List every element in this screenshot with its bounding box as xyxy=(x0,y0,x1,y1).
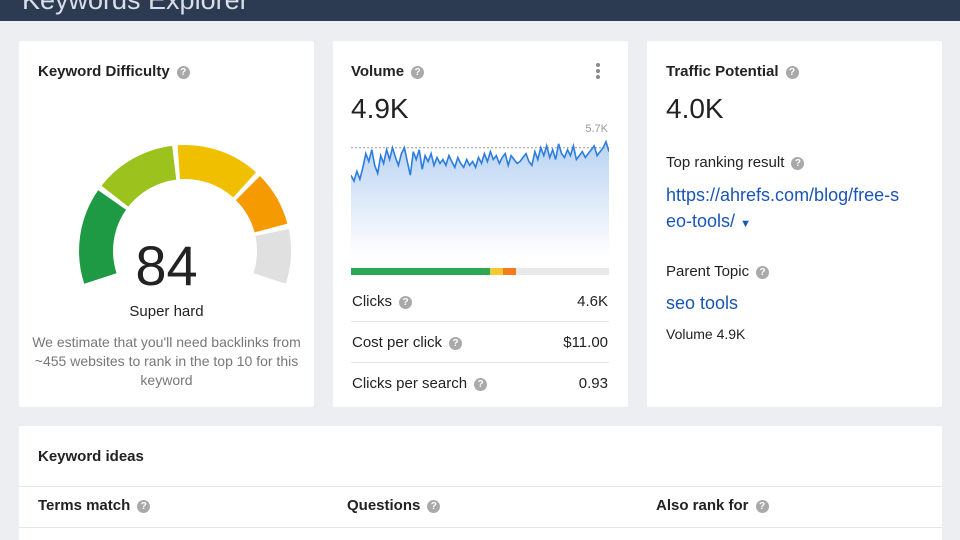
tab-questions[interactable]: Questions? xyxy=(347,497,441,514)
volume-title: Volume? xyxy=(351,63,425,80)
metric-row: Clicks per search? 0.93 xyxy=(351,363,609,404)
help-icon[interactable]: ? xyxy=(449,337,463,350)
metric-value: $11.00 xyxy=(563,334,608,351)
more-vertical-icon[interactable] xyxy=(595,63,601,81)
top-ranking-label-text: Top ranking result xyxy=(666,154,785,171)
help-icon[interactable]: ? xyxy=(427,500,441,513)
keyword-ideas-divider xyxy=(19,486,942,487)
tab-terms-match-label: Terms match xyxy=(38,497,131,514)
click-distribution-bar xyxy=(351,268,609,275)
top-ranking-label: Top ranking result? xyxy=(666,154,805,171)
help-icon[interactable]: ? xyxy=(411,66,425,79)
metric-label-text: Clicks xyxy=(352,293,392,310)
metric-label-text: Clicks per search xyxy=(352,375,468,392)
metric-label: Clicks per search? xyxy=(352,375,488,392)
traffic-potential-title-text: Traffic Potential xyxy=(666,63,779,80)
help-icon[interactable]: ? xyxy=(756,266,770,279)
keyword-difficulty-card: Keyword Difficulty? 84 Super hard We est… xyxy=(19,41,314,407)
traffic-potential-value: 4.0K xyxy=(666,93,724,124)
tab-questions-label: Questions xyxy=(347,497,421,514)
help-icon[interactable]: ? xyxy=(474,378,488,391)
gauge-segment-orange xyxy=(235,176,288,234)
gauge-segment-yellow-green xyxy=(101,145,177,208)
volume-chart-max-label: 5.7K xyxy=(585,123,608,135)
parent-topic-label: Parent Topic? xyxy=(666,263,770,280)
difficulty-description: We estimate that you'll need backlinks f… xyxy=(32,334,301,388)
tab-also-rank-for-label: Also rank for xyxy=(656,497,749,514)
caret-down-icon[interactable]: ▼ xyxy=(740,218,751,230)
keyword-ideas-row-divider xyxy=(19,527,942,528)
help-icon[interactable]: ? xyxy=(137,500,151,513)
gauge-segment-yellow xyxy=(177,144,256,198)
top-ranking-url-line1: https://ahrefs.com/blog/free-s xyxy=(666,185,900,205)
metric-label: Clicks? xyxy=(352,293,412,310)
keyword-ideas-card: Keyword ideas Terms match? Questions? Al… xyxy=(19,426,942,540)
keyword-ideas-title: Keyword ideas xyxy=(38,448,144,465)
metric-label-text: Cost per click xyxy=(352,334,443,351)
top-ranking-url-line2: eo-tools/ xyxy=(666,211,736,231)
distribution-segment xyxy=(516,268,609,275)
metric-value: 0.93 xyxy=(578,375,608,392)
parent-topic-link[interactable]: seo tools xyxy=(666,293,738,314)
volume-value: 4.9K xyxy=(351,93,409,124)
traffic-potential-card: Traffic Potential? 4.0K Top ranking resu… xyxy=(647,41,942,407)
top-ranking-url[interactable]: https://ahrefs.com/blog/free-s eo-tools/… xyxy=(666,182,899,237)
tab-terms-match[interactable]: Terms match? xyxy=(38,497,151,514)
help-icon[interactable]: ? xyxy=(791,157,805,170)
metric-row: Cost per click? $11.00 xyxy=(351,322,609,363)
volume-title-text: Volume xyxy=(351,63,405,80)
distribution-segment xyxy=(490,268,504,275)
distribution-segment xyxy=(503,268,517,275)
volume-trend-chart[interactable] xyxy=(351,136,609,256)
app-header: Keywords Explorer xyxy=(0,0,960,21)
difficulty-label: Super hard xyxy=(129,303,204,320)
metric-row: Clicks? 4.6K xyxy=(351,281,609,322)
help-icon[interactable]: ? xyxy=(755,500,769,513)
metric-label: Cost per click? xyxy=(352,334,463,351)
volume-card: Volume? 4.9K 5.7K Clicks? 4.6K Cost per cl… xyxy=(333,41,628,407)
distribution-segment xyxy=(351,268,491,275)
difficulty-score: 84 xyxy=(135,234,198,297)
app-title: Keywords Explorer xyxy=(22,0,249,15)
parent-topic-label-text: Parent Topic xyxy=(666,263,750,280)
traffic-potential-title: Traffic Potential? xyxy=(666,63,799,80)
help-icon[interactable]: ? xyxy=(399,296,412,309)
parent-topic-volume: Volume 4.9K xyxy=(666,326,746,342)
metric-value: 4.6K xyxy=(577,293,608,310)
tab-also-rank-for[interactable]: Also rank for? xyxy=(656,497,769,514)
help-icon[interactable]: ? xyxy=(785,66,799,79)
